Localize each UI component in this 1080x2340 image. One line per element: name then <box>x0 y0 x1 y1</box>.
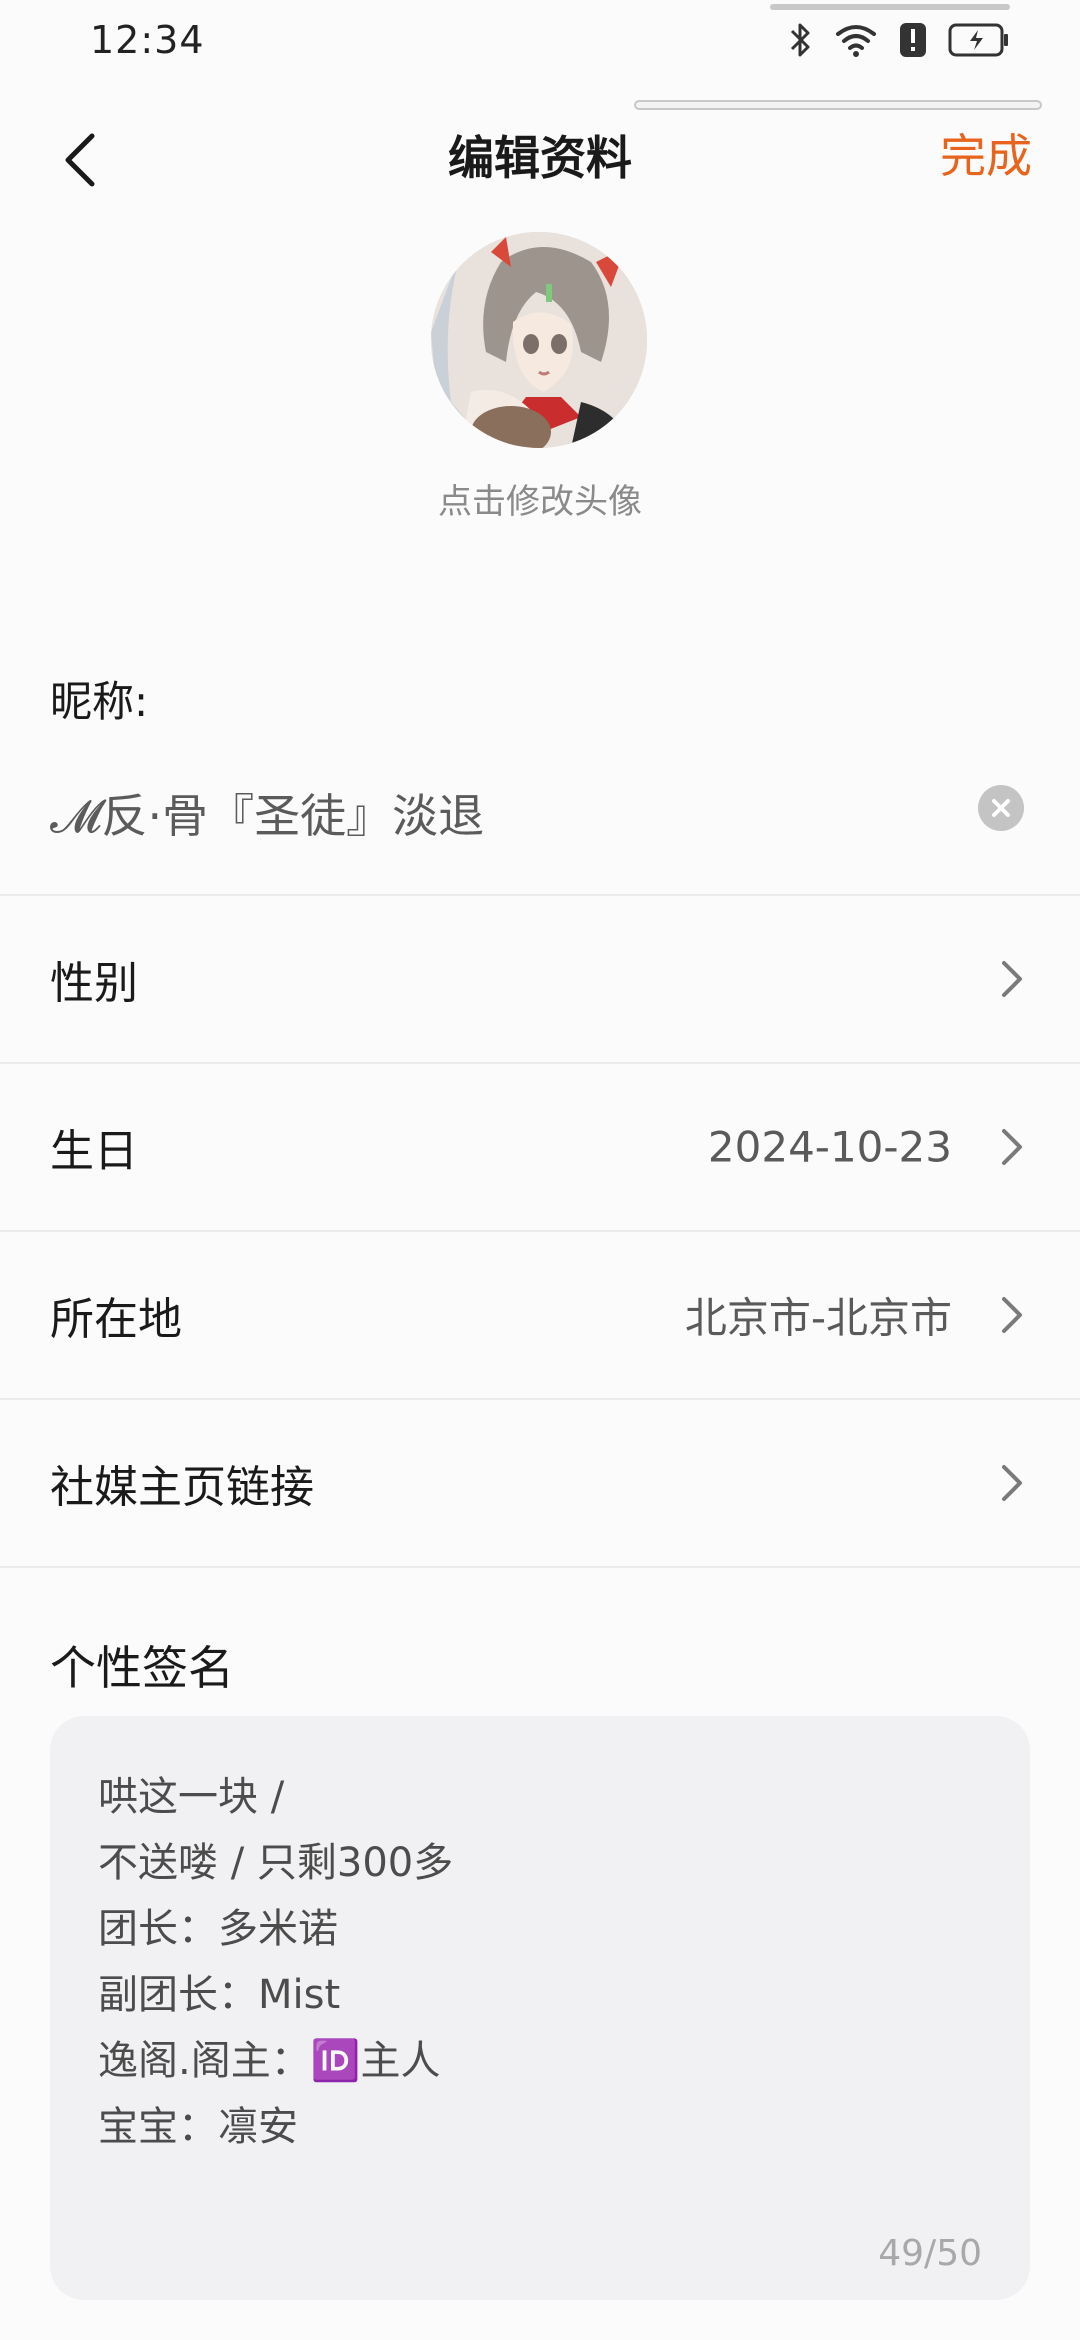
signature-text: 哄这一块 / 不送喽 / 只剩300多 团长：多米诺 副团长：Mist 逸阁.阁… <box>98 1764 453 2160</box>
location-label: 所在地 <box>50 1294 182 1345</box>
avatar-image <box>431 232 647 448</box>
row-gender[interactable]: 性别 <box>0 896 1080 1062</box>
birthday-value: 2024-10-23 <box>707 1122 952 1172</box>
character-count: 49/50 <box>878 2233 982 2274</box>
status-bar: 12:34 <box>0 0 1080 90</box>
nickname-input[interactable]: 𝓜反·骨『圣徒』淡退 <box>50 780 484 846</box>
location-value: 北京市-北京市 <box>684 1293 952 1343</box>
gender-label: 性别 <box>50 958 138 1009</box>
status-indicator-line <box>770 4 1010 10</box>
edit-profile-screen: 12:34 编辑资料 完成 点击修改头像 昵称: 𝓜反·骨『圣徒』淡退 性别 生… <box>0 0 1080 2340</box>
birthday-label: 生日 <box>50 1126 138 1177</box>
social-link-label: 社媒主页链接 <box>50 1462 314 1513</box>
signature-title: 个性签名 <box>50 1641 234 1695</box>
page-title: 编辑资料 <box>448 131 632 185</box>
nickname-label: 昵称: <box>50 677 149 726</box>
chevron-right-icon <box>992 959 1032 999</box>
chevron-right-icon <box>992 1295 1032 1335</box>
status-time: 12:34 <box>90 18 205 62</box>
close-icon <box>992 799 1010 817</box>
divider <box>0 1566 1080 1568</box>
battery-icon <box>948 23 1010 57</box>
signature-line: 副团长：Mist <box>98 1972 341 2018</box>
row-location[interactable]: 所在地 北京市-北京市 <box>0 1232 1080 1398</box>
wifi-icon <box>834 22 878 58</box>
alert-icon <box>898 21 928 59</box>
signature-line: 宝宝：凛安 <box>98 2104 298 2150</box>
drag-indicator <box>634 100 1042 110</box>
chevron-right-icon <box>992 1127 1032 1167</box>
avatar[interactable] <box>431 232 647 448</box>
header: 编辑资料 完成 <box>0 90 1080 220</box>
chevron-right-icon <box>992 1463 1032 1503</box>
bluetooth-icon <box>788 20 814 60</box>
signature-line: 哄这一块 / <box>98 1774 285 1820</box>
signature-line: 不送喽 / 只剩300多 <box>98 1840 454 1886</box>
done-button[interactable]: 完成 <box>940 120 1032 186</box>
signature-line: 逸阁.阁主：🆔主人 <box>98 2038 441 2084</box>
signature-line: 团长：多米诺 <box>98 1906 338 1952</box>
clear-nickname-button[interactable] <box>978 785 1024 831</box>
avatar-hint[interactable]: 点击修改头像 <box>0 474 1080 523</box>
status-icons <box>788 20 1010 60</box>
row-birthday[interactable]: 生日 2024-10-23 <box>0 1064 1080 1230</box>
row-social-link[interactable]: 社媒主页链接 <box>0 1400 1080 1566</box>
signature-textarea[interactable]: 哄这一块 / 不送喽 / 只剩300多 团长：多米诺 副团长：Mist 逸阁.阁… <box>50 1716 1030 2300</box>
